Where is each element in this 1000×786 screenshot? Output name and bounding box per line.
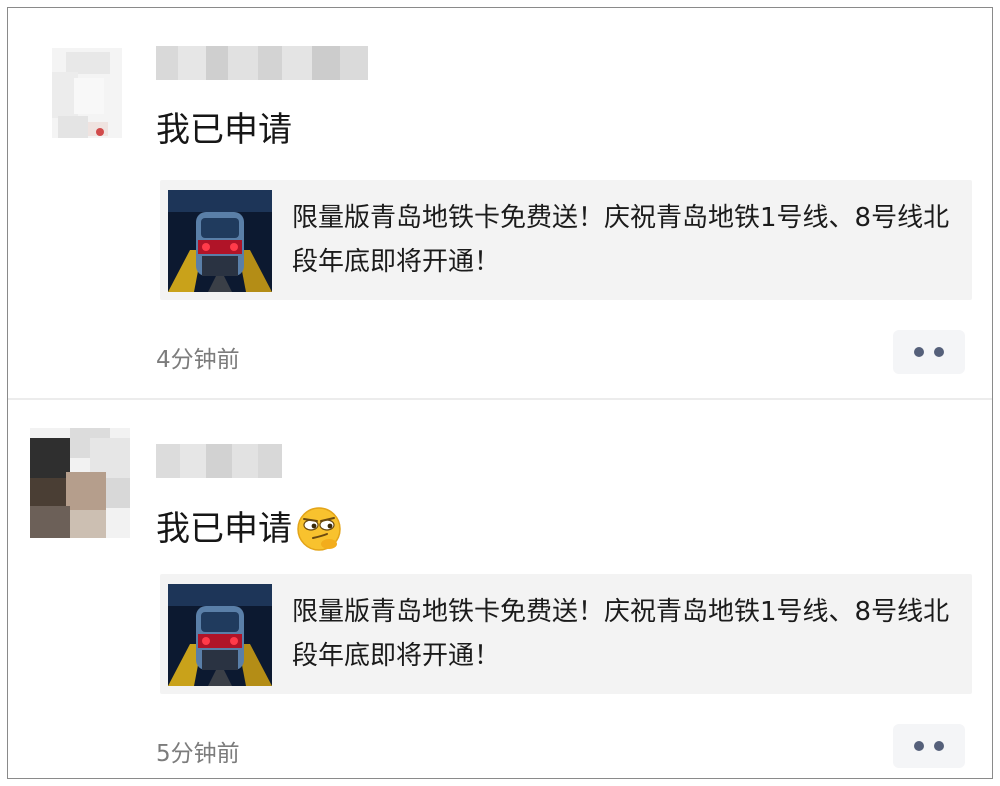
ellipsis-icon [934, 741, 944, 751]
ellipsis-icon [914, 347, 924, 357]
ellipsis-icon [914, 741, 924, 751]
feed-post: 我已申请 限量版青岛地铁卡免费送！庆祝青岛地铁1号线、8号线北段年底即将开通！ … [8, 400, 992, 778]
post-text-content: 我已申请 [156, 509, 292, 549]
more-button[interactable] [893, 330, 965, 374]
nickname-blurred[interactable] [156, 46, 368, 80]
post-text: 我已申请 [156, 506, 342, 552]
subway-train-icon [168, 190, 272, 292]
moments-feed: 我已申请 限量版青岛地铁卡免费送！庆祝青岛地铁1号线、8号线北段年底即将开通！ … [7, 7, 993, 779]
timestamp: 5分钟前 [156, 741, 240, 767]
feed-post: 我已申请 限量版青岛地铁卡免费送！庆祝青岛地铁1号线、8号线北段年底即将开通！ … [8, 8, 992, 398]
avatar[interactable] [52, 48, 122, 138]
link-title: 限量版青岛地铁卡免费送！庆祝青岛地铁1号线、8号线北段年底即将开通！ [292, 203, 950, 277]
timestamp: 4分钟前 [156, 347, 240, 373]
avatar[interactable] [30, 428, 130, 538]
post-text-content: 我已申请 [156, 110, 292, 150]
more-button[interactable] [893, 724, 965, 768]
subway-train-icon [168, 584, 272, 686]
smirk-emoji-icon [296, 506, 342, 552]
link-title: 限量版青岛地铁卡免费送！庆祝青岛地铁1号线、8号线北段年底即将开通！ [292, 597, 950, 671]
ellipsis-icon [934, 347, 944, 357]
post-text: 我已申请 [156, 110, 292, 150]
link-card[interactable]: 限量版青岛地铁卡免费送！庆祝青岛地铁1号线、8号线北段年底即将开通！ [160, 574, 972, 694]
link-card[interactable]: 限量版青岛地铁卡免费送！庆祝青岛地铁1号线、8号线北段年底即将开通！ [160, 180, 972, 300]
nickname-blurred[interactable] [156, 444, 282, 478]
